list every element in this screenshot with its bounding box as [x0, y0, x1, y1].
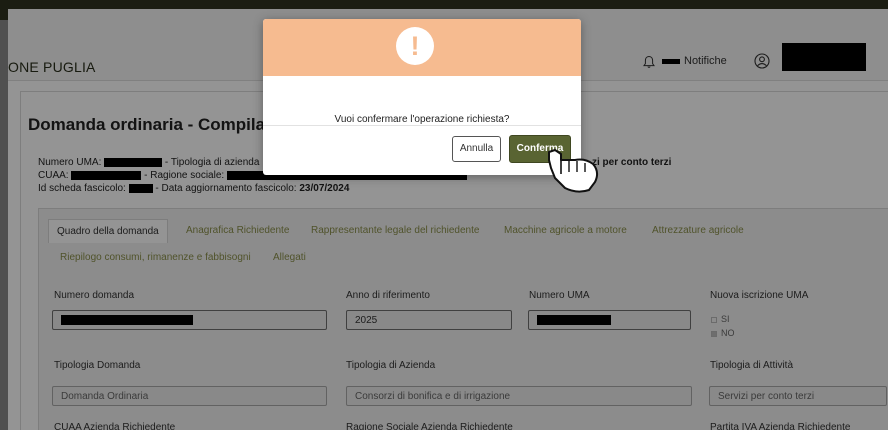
dialog-header: ! — [263, 19, 581, 76]
hand-pointer-icon — [548, 149, 599, 193]
dialog-message: Vuoi confermare l'operazione richiesta? — [334, 114, 510, 125]
exclamation-icon: ! — [396, 27, 434, 65]
confirm-dialog: ! Vuoi confermare l'operazione richiesta… — [263, 19, 581, 175]
dialog-divider — [263, 125, 581, 126]
cancel-button[interactable]: Annulla — [452, 136, 501, 162]
